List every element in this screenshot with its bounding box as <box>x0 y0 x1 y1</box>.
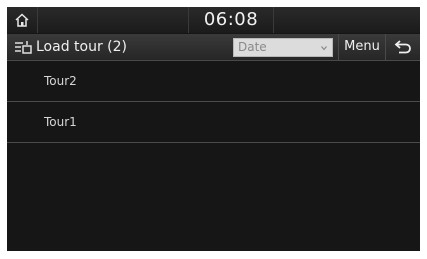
status-bar: 06:08 <box>7 7 420 33</box>
back-button[interactable] <box>386 34 420 60</box>
page-title: Load tour (2) <box>36 39 127 55</box>
list-item-label: Tour2 <box>44 74 77 88</box>
load-tour-icon <box>15 41 32 54</box>
title-bar: Load tour (2) Date Menu <box>7 34 420 61</box>
tour-list: Tour2 Tour1 <box>7 61 420 143</box>
back-arrow-icon <box>394 40 411 54</box>
home-icon <box>15 13 29 27</box>
clock: 06:08 <box>188 7 274 33</box>
home-button[interactable] <box>7 7 38 33</box>
sort-select-value: Date <box>238 40 267 54</box>
list-item-tour2[interactable]: Tour2 <box>7 61 420 102</box>
head-unit-screen: 06:08 Load tour (2) Date Menu Tour2 Tour… <box>7 7 420 251</box>
sort-select[interactable]: Date <box>233 38 333 57</box>
menu-button[interactable]: Menu <box>338 34 386 60</box>
chevron-down-icon <box>321 46 327 51</box>
list-item-tour1[interactable]: Tour1 <box>7 102 420 143</box>
list-item-label: Tour1 <box>44 115 77 129</box>
